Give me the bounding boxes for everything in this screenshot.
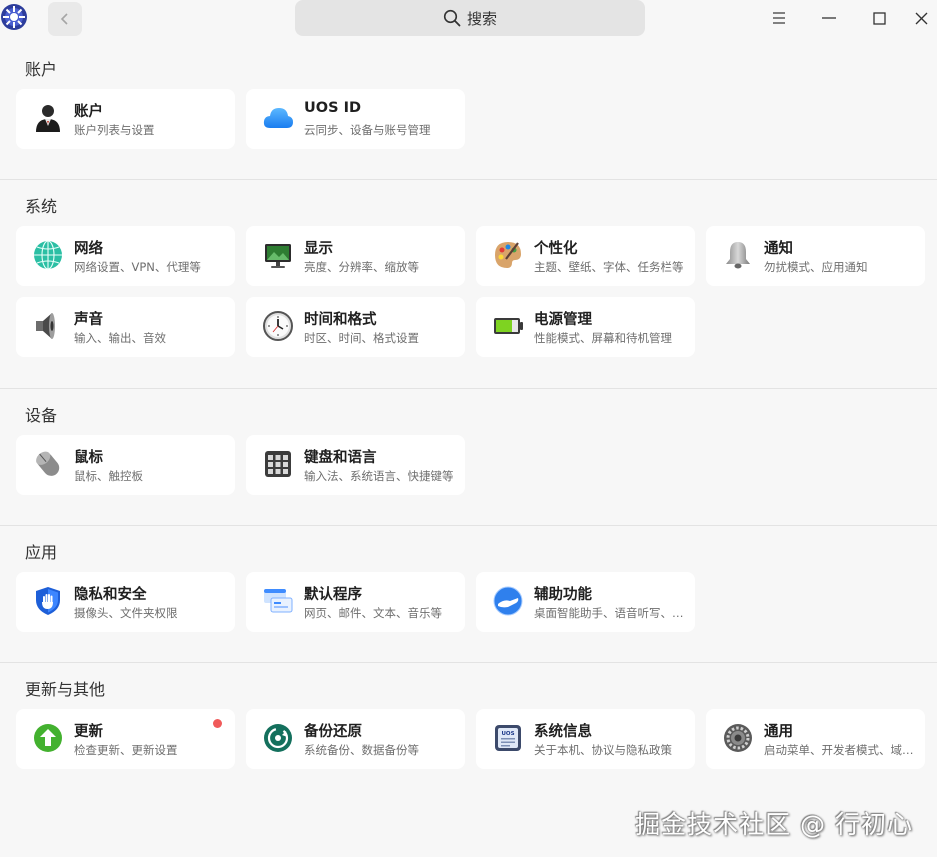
card-title: 隐私和安全 <box>74 587 147 603</box>
palette-icon <box>495 242 521 268</box>
accessibility-hand-icon <box>493 586 523 616</box>
watermark-text: 掘金技术社区 @ 行初心 <box>635 810 913 839</box>
section-title-apps: 应用 <box>25 543 58 562</box>
search-placeholder: 搜索 <box>466 9 497 28</box>
card-subtitle: 桌面智能助手、语音听写、语音朗读 <box>534 606 684 620</box>
minimize-icon <box>822 17 836 19</box>
title-bar: 搜索 <box>0 0 937 42</box>
card-title: 网络 <box>74 241 103 257</box>
card-title: 鼠标 <box>74 450 103 466</box>
shield-hand-icon <box>36 587 60 615</box>
card-power[interactable]: 电源管理 性能模式、屏幕和待机管理 <box>476 297 695 357</box>
card-subtitle: 网络设置、VPN、代理等 <box>74 260 201 274</box>
section-divider <box>0 525 937 526</box>
card-title: 备份还原 <box>304 724 362 740</box>
card-mouse[interactable]: 鼠标 鼠标、触控板 <box>16 435 235 495</box>
update-arrow-icon <box>34 724 62 752</box>
card-time-format[interactable]: 时间和格式 时区、时间、格式设置 <box>246 297 465 357</box>
search-icon <box>443 9 461 27</box>
card-subtitle: 性能模式、屏幕和待机管理 <box>534 331 672 345</box>
card-subtitle: 输入、输出、音效 <box>74 331 166 345</box>
user-icon <box>36 105 60 132</box>
minimize-button[interactable] <box>814 4 844 32</box>
default-apps-icon <box>264 589 293 613</box>
card-update[interactable]: 更新 检查更新、更新设置 <box>16 709 235 769</box>
card-title: 账户 <box>74 104 103 120</box>
backup-icon <box>264 724 292 752</box>
card-uos-id[interactable]: UOS ID 云同步、设备与账号管理 <box>246 89 465 149</box>
section-divider <box>0 662 937 663</box>
speaker-icon <box>36 313 55 339</box>
card-backup-restore[interactable]: 备份还原 系统备份、数据备份等 <box>246 709 465 769</box>
maximize-icon <box>872 11 886 25</box>
battery-icon <box>494 318 523 334</box>
card-subtitle: 亮度、分辨率、缩放等 <box>304 260 419 274</box>
update-badge-dot <box>213 719 222 728</box>
card-title: 更新 <box>74 724 103 740</box>
card-display[interactable]: 显示 亮度、分辨率、缩放等 <box>246 226 465 286</box>
close-button[interactable] <box>907 4 935 32</box>
cloud-icon <box>263 108 293 128</box>
monitor-icon <box>265 244 291 268</box>
card-title: UOS ID <box>304 100 362 116</box>
card-subtitle: 鼠标、触控板 <box>74 469 143 483</box>
card-title: 个性化 <box>534 241 578 257</box>
card-subtitle: 检查更新、更新设置 <box>74 743 178 757</box>
card-subtitle: 账户列表与设置 <box>74 123 155 137</box>
card-accessibility[interactable]: 辅助功能 桌面智能助手、语音听写、语音朗读 <box>476 572 695 632</box>
card-title: 声音 <box>74 312 103 328</box>
card-subtitle: 启动菜单、开发者模式、域管理 <box>764 743 914 757</box>
card-account[interactable]: 账户 账户列表与设置 <box>16 89 235 149</box>
maximize-button[interactable] <box>864 4 894 32</box>
card-title: 显示 <box>304 241 333 257</box>
section-title-updates: 更新与其他 <box>25 680 106 699</box>
section-divider <box>0 179 937 180</box>
gear-icon <box>724 724 752 752</box>
card-title: 默认程序 <box>304 587 362 603</box>
card-system-info[interactable]: UOS 系统信息 关于本机、协议与隐私政策 <box>476 709 695 769</box>
card-network[interactable]: 网络 网络设置、VPN、代理等 <box>16 226 235 286</box>
section-title-system: 系统 <box>25 197 58 216</box>
card-general[interactable]: 通用 启动菜单、开发者模式、域管理 <box>706 709 925 769</box>
card-title: 通用 <box>764 724 793 740</box>
search-input[interactable]: 搜索 <box>295 0 645 36</box>
card-subtitle: 网页、邮件、文本、音乐等 <box>304 606 442 620</box>
card-personalization[interactable]: 个性化 主题、壁纸、字体、任务栏等 <box>476 226 695 286</box>
section-title-devices: 设备 <box>25 406 58 425</box>
hamburger-menu-icon <box>773 12 785 24</box>
svg-text:UOS: UOS <box>501 731 514 737</box>
card-title: 键盘和语言 <box>304 450 377 466</box>
card-title: 电源管理 <box>534 312 592 328</box>
card-title: 辅助功能 <box>534 587 592 603</box>
clock-icon <box>263 311 293 341</box>
card-keyboard-language[interactable]: 键盘和语言 输入法、系统语言、快捷键等 <box>246 435 465 495</box>
card-subtitle: 主题、壁纸、字体、任务栏等 <box>534 260 684 274</box>
card-default-apps[interactable]: 默认程序 网页、邮件、文本、音乐等 <box>246 572 465 632</box>
mouse-icon <box>36 451 60 476</box>
card-subtitle: 输入法、系统语言、快捷键等 <box>304 469 454 483</box>
app-logo-icon <box>1 4 27 30</box>
card-title: 系统信息 <box>534 724 592 740</box>
network-globe-icon <box>34 240 62 270</box>
card-subtitle: 勿扰模式、应用通知 <box>764 260 868 274</box>
card-subtitle: 云同步、设备与账号管理 <box>304 123 431 137</box>
chevron-left-icon <box>60 13 68 25</box>
close-icon <box>915 12 927 24</box>
menu-button[interactable] <box>764 4 794 32</box>
card-title: 通知 <box>764 241 793 257</box>
card-sound[interactable]: 声音 输入、输出、音效 <box>16 297 235 357</box>
section-title-accounts: 账户 <box>25 60 58 79</box>
section-divider <box>0 388 937 389</box>
card-subtitle: 摄像头、文件夹权限 <box>74 606 178 620</box>
back-button[interactable] <box>48 2 82 36</box>
card-subtitle: 关于本机、协议与隐私政策 <box>534 743 672 757</box>
card-subtitle: 系统备份、数据备份等 <box>304 743 419 757</box>
card-title: 时间和格式 <box>304 312 377 328</box>
system-info-icon: UOS <box>495 725 521 751</box>
card-notification[interactable]: 通知 勿扰模式、应用通知 <box>706 226 925 286</box>
card-subtitle: 时区、时间、格式设置 <box>304 331 419 345</box>
card-privacy-security[interactable]: 隐私和安全 摄像头、文件夹权限 <box>16 572 235 632</box>
keyboard-icon <box>265 451 291 477</box>
bell-icon <box>726 242 750 269</box>
